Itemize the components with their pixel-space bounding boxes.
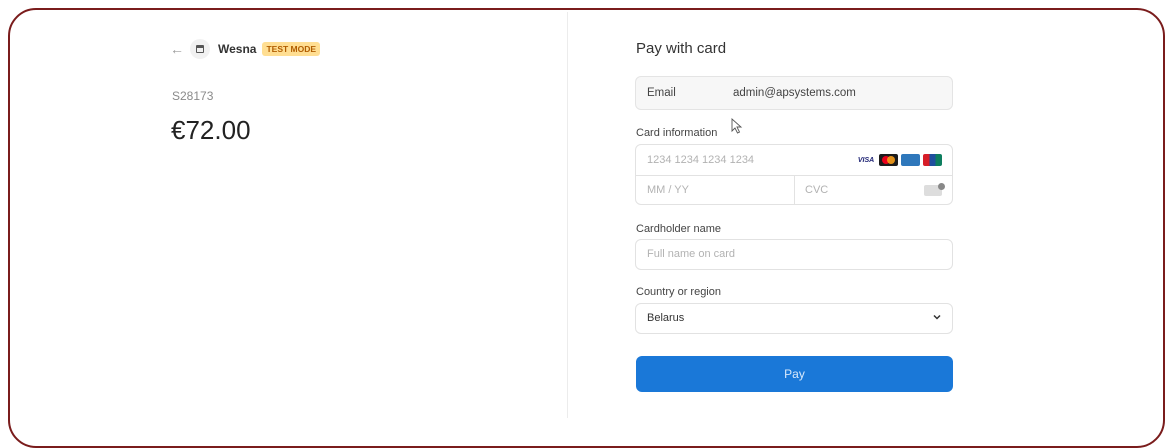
email-row: Email admin@apsystems.com [635, 76, 953, 110]
pay-button[interactable]: Pay [636, 356, 953, 392]
visa-icon: VISA [856, 154, 876, 166]
country-selected-value: Belarus [647, 312, 685, 324]
chevron-down-icon [933, 314, 941, 320]
card-number-input[interactable]: 1234 1234 1234 1234 VISA [636, 145, 952, 176]
order-summary-panel: ← Wesna TEST MODE S28173 €72.00 [0, 0, 568, 418]
country-label: Country or region [636, 286, 721, 298]
email-value: admin@apsystems.com [733, 87, 856, 99]
email-label: Email [647, 87, 676, 99]
card-information-group: 1234 1234 1234 1234 VISA MM / YY CVC [635, 144, 953, 205]
merchant-name: Wesna [218, 42, 257, 56]
order-amount: €72.00 [171, 115, 251, 145]
amex-icon [901, 154, 920, 166]
panel-divider [567, 12, 568, 418]
cardholder-name-input[interactable]: Full name on card [635, 239, 953, 270]
test-mode-badge: TEST MODE [262, 42, 321, 56]
card-field-separator [794, 175, 795, 205]
mastercard-icon [879, 154, 898, 166]
cvc-card-icon [924, 183, 945, 196]
country-select[interactable]: Belarus [635, 303, 953, 334]
mouse-cursor-icon [731, 118, 743, 134]
payment-title: Pay with card [636, 40, 727, 57]
card-number-placeholder: 1234 1234 1234 1234 [647, 154, 755, 166]
merchant-header: ← Wesna TEST MODE [170, 39, 321, 59]
order-id: S28173 [172, 89, 214, 103]
card-brands: VISA [856, 154, 942, 166]
card-information-label: Card information [636, 127, 718, 139]
cardholder-label: Cardholder name [636, 223, 721, 235]
unionpay-icon [923, 154, 942, 166]
expiry-input[interactable]: MM / YY [647, 184, 689, 196]
arrow-left-icon[interactable]: ← [170, 41, 186, 57]
merchant-logo-icon [190, 39, 210, 59]
cvc-input[interactable]: CVC [805, 184, 828, 196]
cardholder-placeholder: Full name on card [647, 248, 736, 260]
